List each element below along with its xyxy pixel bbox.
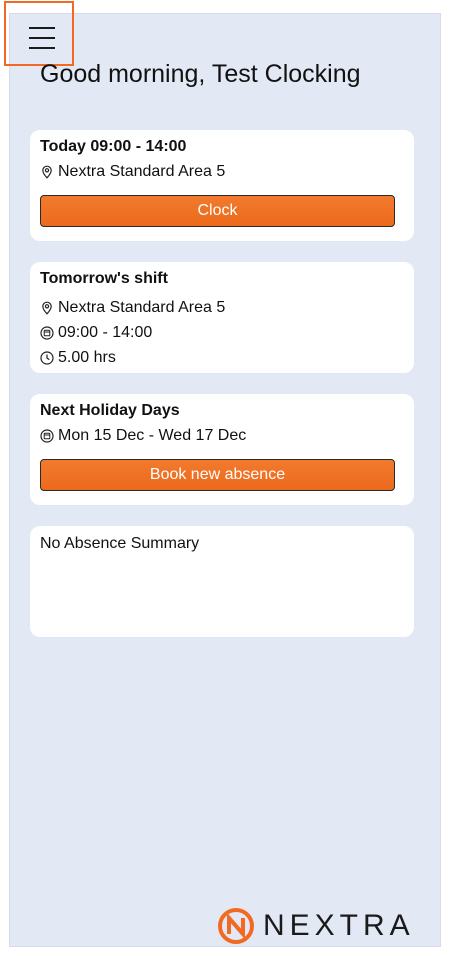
clock-button[interactable]: Clock [40,195,395,227]
absence-summary-text: No Absence Summary [40,535,200,552]
absence-summary-card: No Absence Summary [30,526,414,637]
calendar-icon [40,326,54,340]
holiday-card: Next Holiday Days Mon 15 Dec - Wed 17 De… [30,394,414,505]
today-location-text: Nextra Standard Area 5 [58,163,226,180]
tomorrow-time-row: 09:00 - 14:00 [40,325,404,341]
tomorrow-shift-title: Tomorrow's shift [40,270,168,287]
holiday-title: Next Holiday Days [40,402,180,419]
tomorrow-shift-card: Tomorrow's shift Nextra Standard Area 5 … [30,262,414,373]
greeting-title: Good morning, Test Clocking [40,60,361,88]
tomorrow-time-text: 09:00 - 14:00 [58,324,153,341]
book-absence-button[interactable]: Book new absence [40,459,395,491]
holiday-dates-text: Mon 15 Dec - Wed 17 Dec [58,427,247,444]
tomorrow-hours-text: 5.00 hrs [58,349,116,366]
clock-icon [40,351,54,365]
tomorrow-location-row: Nextra Standard Area 5 [40,300,404,316]
today-shift-card: Today 09:00 - 14:00 Nextra Standard Area… [30,130,414,241]
today-shift-title: Today 09:00 - 14:00 [40,138,187,155]
calendar-icon [40,429,54,443]
holiday-dates-row: Mon 15 Dec - Wed 17 Dec [40,428,404,444]
nextra-logo-icon [218,908,254,944]
today-location-row: Nextra Standard Area 5 [40,164,404,180]
location-pin-icon [42,301,52,315]
tomorrow-hours-row: 5.00 hrs [40,350,404,366]
nextra-logo: NEXTRA [217,907,415,945]
tomorrow-location-text: Nextra Standard Area 5 [58,299,226,316]
nextra-logo-text: NEXTRA [263,909,415,942]
location-pin-icon [42,165,52,179]
hamburger-menu-icon[interactable] [25,21,59,55]
